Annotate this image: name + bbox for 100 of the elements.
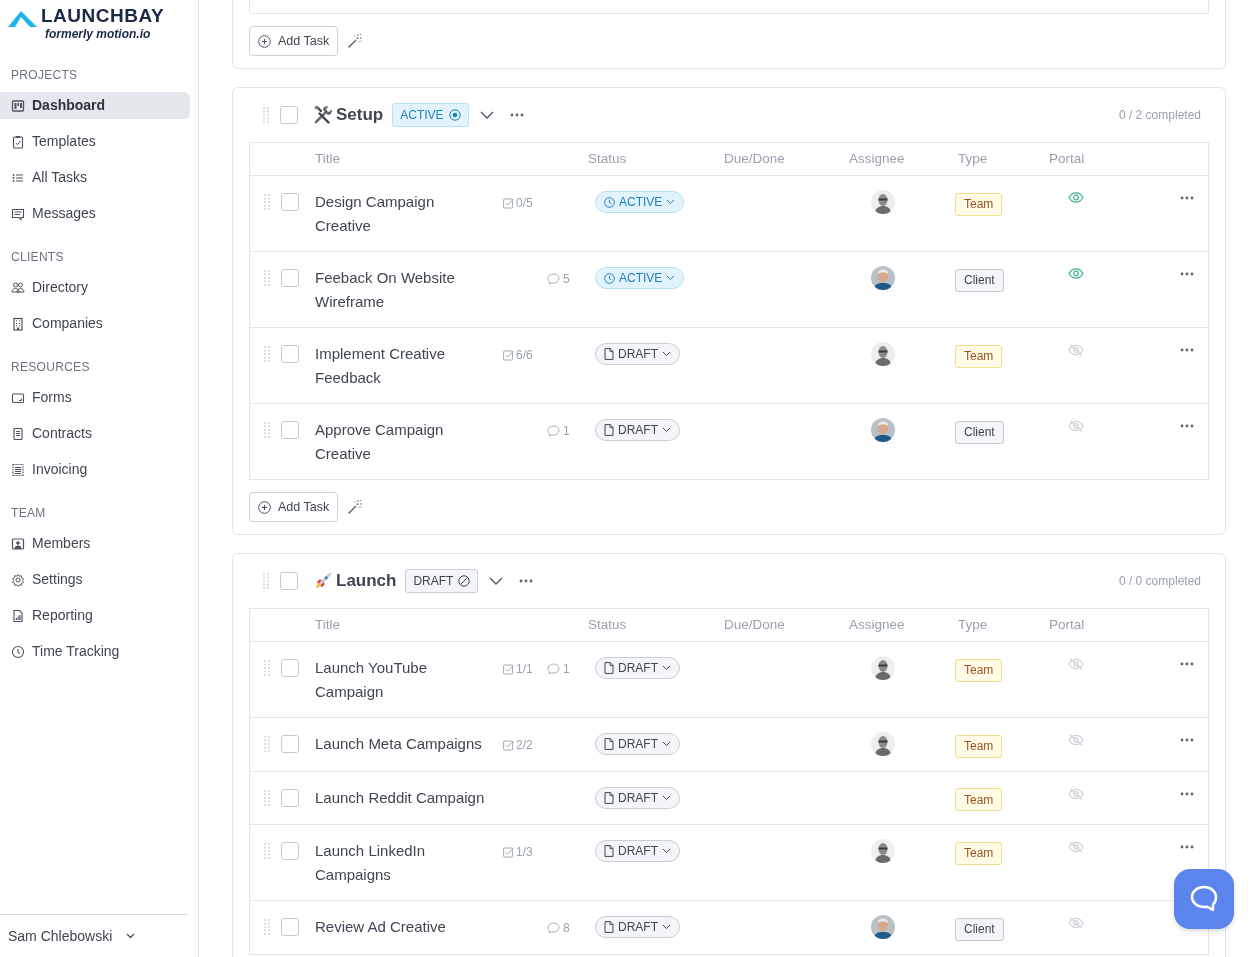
comment-count: 8	[563, 920, 570, 937]
checkbox[interactable]	[281, 735, 299, 753]
checkbox[interactable]	[281, 345, 299, 363]
task-title[interactable]: Launch Reddit Campaign	[315, 785, 503, 810]
checkbox[interactable]	[280, 106, 298, 124]
slashed-circle-icon	[458, 575, 471, 587]
comment-icon	[547, 273, 560, 285]
task-title[interactable]: Approve Campaign Creative	[315, 418, 503, 466]
checkbox[interactable]	[281, 918, 299, 936]
sidebar-item[interactable]: Directory	[0, 274, 190, 301]
checkbox[interactable]	[281, 788, 299, 807]
task-title[interactable]: Review Ad Creative	[315, 915, 503, 939]
magic-wand-icon[interactable]	[347, 499, 364, 515]
drag-handle-icon	[264, 843, 270, 859]
checkbox[interactable]	[281, 269, 299, 287]
section-heading: PROJECTS	[10, 67, 79, 83]
checkbox[interactable]	[281, 842, 299, 860]
drag-handle-icon	[264, 660, 270, 676]
more-icon[interactable]	[1180, 196, 1194, 200]
task-title[interactable]: Design Campaign Creative	[315, 190, 503, 238]
eye-slash-icon[interactable]	[1068, 841, 1084, 853]
chevron-down-icon[interactable]	[479, 111, 494, 119]
eye-slash-icon[interactable]	[1068, 734, 1084, 746]
sidebar-item[interactable]: Companies	[0, 310, 190, 337]
more-icon[interactable]	[1180, 424, 1194, 428]
more-icon[interactable]	[1180, 348, 1194, 352]
clock-icon	[604, 272, 615, 284]
tools-icon	[313, 105, 333, 125]
more-icon[interactable]	[1180, 272, 1194, 276]
sidebar-item[interactable]: Messages	[0, 200, 190, 227]
status-dropdown[interactable]: DRAFT	[595, 657, 680, 679]
drag-handle-icon	[263, 573, 269, 589]
nav-icon	[11, 98, 25, 113]
checkbox[interactable]	[281, 659, 299, 677]
checklist-icon	[503, 349, 514, 361]
sidebar-item[interactable]: Members	[0, 530, 190, 557]
eye-slash-icon[interactable]	[1068, 917, 1084, 929]
status-dropdown[interactable]: DRAFT	[595, 733, 680, 755]
logo-tagline: formerly motion.io	[44, 27, 152, 41]
sidebar-item[interactable]: Dashboard	[0, 92, 190, 119]
comment-icon	[547, 922, 560, 934]
add-task-button[interactable]: Add Task	[249, 492, 339, 522]
sidebar-item[interactable]: Reporting	[0, 602, 190, 629]
eye-icon[interactable]	[1068, 192, 1084, 203]
chevron-down-icon	[126, 933, 136, 939]
add-task-button[interactable]: Add Task	[249, 26, 339, 56]
more-icon[interactable]	[1180, 662, 1194, 666]
checkbox[interactable]	[280, 572, 298, 590]
sidebar-item[interactable]: Contracts	[0, 420, 190, 447]
status-dropdown[interactable]: DRAFT	[595, 343, 680, 365]
checkbox[interactable]	[281, 193, 299, 211]
more-icon[interactable]	[509, 113, 524, 117]
sidebar-item[interactable]: Time Tracking	[0, 638, 190, 665]
column-header: Title	[315, 616, 340, 632]
eye-icon[interactable]	[1068, 268, 1084, 279]
eye-slash-icon[interactable]	[1068, 344, 1084, 356]
sidebar-item[interactable]: Invoicing	[0, 456, 190, 483]
eye-slash-icon[interactable]	[1068, 658, 1084, 670]
nav-icon	[11, 608, 25, 623]
status-dropdown[interactable]: ACTIVE	[392, 103, 469, 127]
more-icon[interactable]	[1180, 845, 1194, 849]
nav-icon	[11, 536, 25, 551]
chevron-down-icon	[662, 924, 671, 930]
eye-slash-icon[interactable]	[1068, 420, 1084, 432]
magic-wand-icon[interactable]	[347, 33, 364, 49]
status-dropdown[interactable]: DRAFT	[595, 840, 680, 862]
chevron-down-icon[interactable]	[489, 577, 504, 585]
column-header: Assignee	[849, 616, 905, 632]
type-tag: Team	[955, 734, 1003, 758]
column-header: Title	[315, 150, 340, 166]
more-icon[interactable]	[1180, 738, 1194, 742]
sidebar-item[interactable]: All Tasks	[0, 164, 190, 191]
chat-button[interactable]	[1174, 869, 1234, 929]
checkbox[interactable]	[281, 421, 299, 439]
plus-circle-icon	[258, 500, 271, 514]
task-title[interactable]: Implement Creative Feedback	[315, 342, 503, 390]
type-tag: Team	[955, 344, 1003, 368]
status-dropdown[interactable]: DRAFT	[595, 786, 680, 809]
task-title[interactable]: Feeback On Website Wireframe	[315, 266, 503, 314]
eye-slash-icon[interactable]	[1068, 787, 1084, 800]
clock-icon	[604, 196, 615, 208]
status-dropdown[interactable]: DRAFT	[595, 419, 680, 441]
task-title[interactable]: Launch YouTube Campaign	[315, 656, 503, 704]
status-dropdown[interactable]: ACTIVE	[595, 267, 685, 289]
user-menu[interactable]: Sam Chlebowski	[0, 914, 188, 957]
more-icon[interactable]	[519, 579, 534, 583]
status-dropdown[interactable]: ACTIVE	[595, 191, 685, 213]
sidebar-item[interactable]: Forms	[0, 384, 190, 411]
nav-icon	[11, 390, 25, 405]
drag-handle-icon	[264, 789, 270, 806]
more-icon[interactable]	[1180, 791, 1194, 796]
sidebar-item[interactable]: Templates	[0, 128, 190, 155]
column-header: Portal	[1049, 150, 1085, 166]
task-title[interactable]: Launch Meta Campaigns	[315, 732, 503, 756]
column-header: Status	[588, 616, 627, 632]
status-dropdown[interactable]: DRAFT	[595, 916, 680, 938]
chevron-down-icon	[662, 665, 671, 671]
sidebar-item[interactable]: Settings	[0, 566, 190, 593]
task-title[interactable]: Launch LinkedIn Campaigns	[315, 839, 503, 887]
status-dropdown[interactable]: DRAFT	[405, 569, 479, 593]
